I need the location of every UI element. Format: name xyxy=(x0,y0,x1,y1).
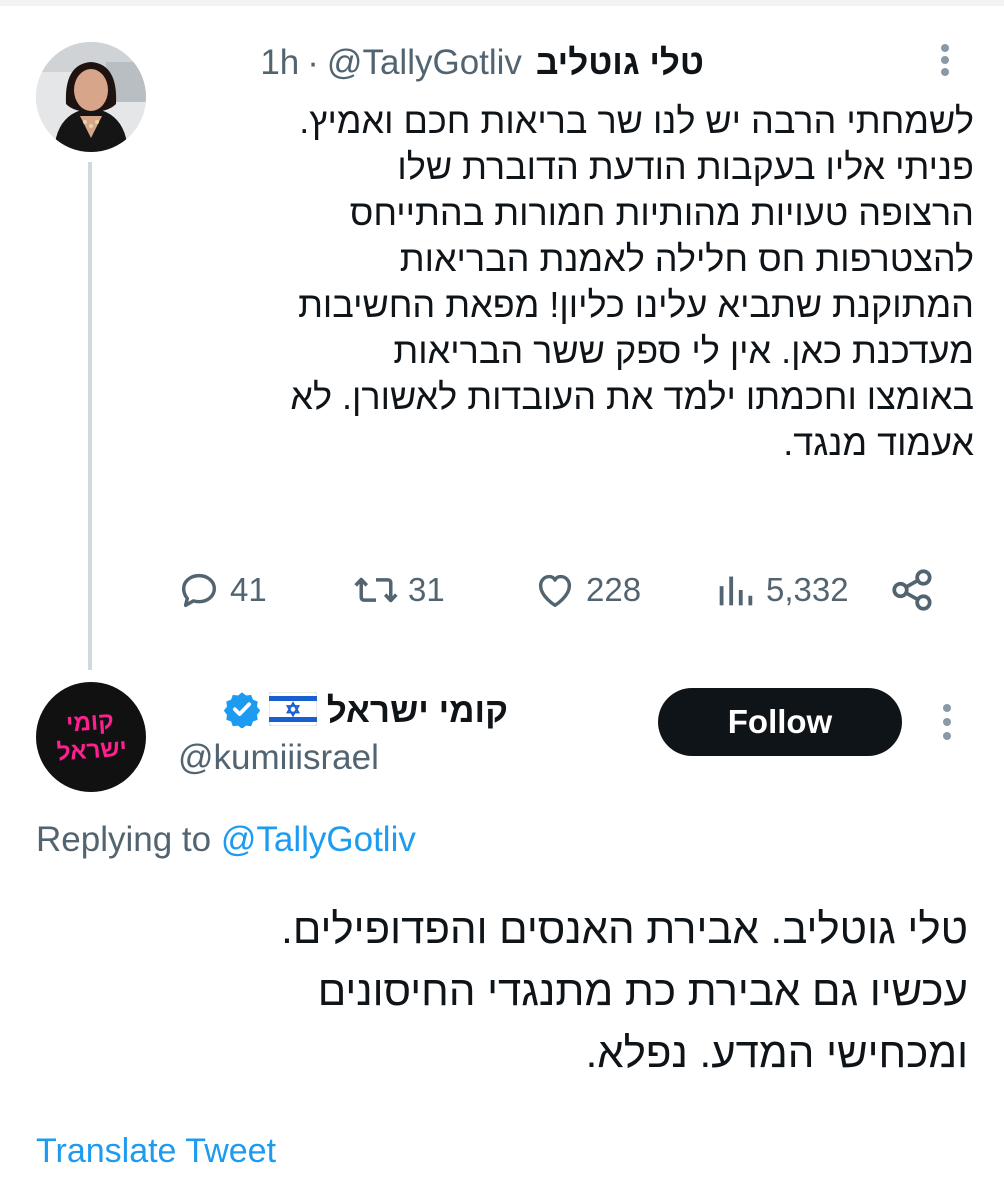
tweet-text: לשמחתי הרבה יש לנו שר בריאות חכם ואמיץ. … xyxy=(174,98,974,466)
tweet-time[interactable]: 1h xyxy=(260,43,299,83)
follow-button[interactable]: Follow xyxy=(658,688,902,756)
retweet-icon xyxy=(354,577,398,603)
reply-header: קומי ישראל xyxy=(223,684,508,738)
reply-text-line: ומכחישי המדע. נפלא. xyxy=(585,1029,968,1076)
replying-to-mention[interactable]: @TallyGotliv xyxy=(221,820,416,859)
avatar-logo-line: ישראל xyxy=(56,734,128,767)
avatar-logo: קומי ישראל xyxy=(54,707,128,768)
tweet-text-line: אעמוד מנגד. xyxy=(783,422,974,463)
tweet-text-line: להצטרפות חס חלילה לאמנת הבריאות xyxy=(399,238,974,279)
israel-flag-icon xyxy=(268,691,318,731)
avatar-tallygotliv[interactable] xyxy=(36,42,146,152)
tweet-text-line: פניתי אליו בעקבות הודעת הדוברת שלו xyxy=(397,146,974,187)
author-handle[interactable]: @TallyGotliv xyxy=(327,43,522,83)
reply-text-line: עכשיו גם אבירת כת מתנגדי החיסונים xyxy=(317,967,968,1014)
translate-tweet-link[interactable]: Translate Tweet xyxy=(36,1132,276,1171)
reply-text: טלי גוטליב. אבירת האנסים והפדופילים. עכש… xyxy=(48,898,968,1084)
reply-author-handle[interactable]: @kumiiisrael xyxy=(178,738,379,778)
share-button[interactable] xyxy=(888,560,946,620)
more-icon[interactable] xyxy=(930,40,960,80)
like-icon xyxy=(538,574,572,608)
views-button[interactable]: 5,332 xyxy=(712,560,849,620)
replying-prefix: Replying to xyxy=(36,820,221,859)
tweet-text-line: הרצופה טעויות מהותיות חמורות בהתייחס xyxy=(349,192,974,233)
separator-dot: · xyxy=(307,43,319,82)
tweet-text-line: המתוקנת שתביא עלינו כליון! מפאת החשיבות xyxy=(298,284,974,325)
reply-author-name[interactable]: קומי ישראל xyxy=(327,691,508,731)
reply-text-line: טלי גוטליב. אבירת האנסים והפדופילים. xyxy=(281,905,968,952)
like-count: 228 xyxy=(586,571,642,608)
verified-badge-icon[interactable] xyxy=(223,690,261,733)
avatar-kumiiisrael[interactable]: קומי ישראל xyxy=(36,682,146,792)
views-count: 5,332 xyxy=(766,571,849,608)
reply-count: 41 xyxy=(230,571,267,608)
tweet-text-line: מעדכנת כאן. אין לי ספק ששר הבריאות xyxy=(393,330,974,371)
reply-icon xyxy=(181,573,217,608)
share-icon xyxy=(892,569,932,611)
tweet-actions: 41 31 228 5,332 xyxy=(176,560,946,620)
top-divider xyxy=(0,0,1004,6)
author-name[interactable]: טלי גוטליב xyxy=(536,43,704,83)
avatar-photo xyxy=(36,42,146,152)
tweet-header: טלי גוטליב @TallyGotliv · 1h xyxy=(260,36,704,90)
more-icon[interactable] xyxy=(932,700,962,744)
tweet-text-line: באומצו וחכמתו ילמד את העובדות לאשורן. לא xyxy=(290,376,974,417)
tweet-text-line: לשמחתי הרבה יש לנו שר בריאות חכם ואמיץ. xyxy=(299,100,974,141)
thread-connector xyxy=(88,162,92,670)
like-button[interactable]: 228 xyxy=(532,560,641,620)
retweet-button[interactable]: 31 xyxy=(352,560,445,620)
reply-button[interactable]: 41 xyxy=(176,560,267,620)
retweet-count: 31 xyxy=(408,571,445,608)
views-icon xyxy=(719,576,753,606)
replying-to: Replying to @TallyGotliv xyxy=(36,820,416,860)
